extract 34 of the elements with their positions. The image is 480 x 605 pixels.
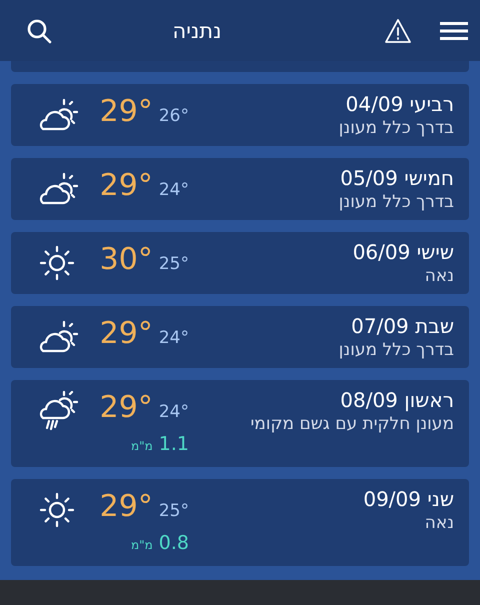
high-temperature: 29°	[100, 168, 153, 203]
search-icon[interactable]	[26, 18, 52, 44]
high-temperature: 29°	[100, 489, 153, 524]
high-temperature: 29°	[100, 316, 153, 351]
weather-description: נאה	[424, 266, 454, 286]
weather-description: נאה	[424, 513, 454, 533]
rain-unit: מ"מ	[130, 538, 153, 552]
low-temperature: 26°	[158, 106, 189, 126]
day-date: חמישי 05/09	[340, 166, 454, 190]
menu-icon[interactable]	[440, 20, 468, 40]
weather-description: בדרך כלל מעונן	[338, 340, 454, 360]
high-temperature: 29°	[100, 390, 153, 425]
low-temperature: 24°	[158, 328, 189, 348]
rain-amount: 0.8	[158, 532, 189, 554]
low-temperature: 24°	[158, 180, 189, 200]
low-temperature: 25°	[158, 254, 189, 274]
high-temperature: 30°	[100, 242, 153, 277]
rain-amount: 1.1	[158, 433, 189, 455]
sun-icon	[37, 490, 77, 530]
weather-description: בדרך כלל מעונן	[338, 118, 454, 138]
low-temperature: 25°	[158, 501, 189, 521]
day-date: רביעי 04/09	[346, 92, 454, 116]
weather-description: בדרך כלל מעונן	[338, 192, 454, 212]
high-temperature: 29°	[100, 94, 153, 129]
warning-icon[interactable]	[384, 18, 412, 44]
sun-icon	[37, 243, 77, 283]
rain-unit: מ"מ	[130, 439, 153, 453]
day-date: שני 09/09	[363, 487, 454, 511]
day-date: ראשון 08/09	[340, 388, 454, 412]
day-date: שישי 06/09	[352, 240, 454, 264]
day-date: שבת 07/09	[351, 314, 454, 338]
weather-description: מעונן חלקית עם גשם מקומי	[250, 414, 454, 434]
low-temperature: 24°	[158, 402, 189, 422]
city-title: נתניה	[171, 18, 223, 42]
